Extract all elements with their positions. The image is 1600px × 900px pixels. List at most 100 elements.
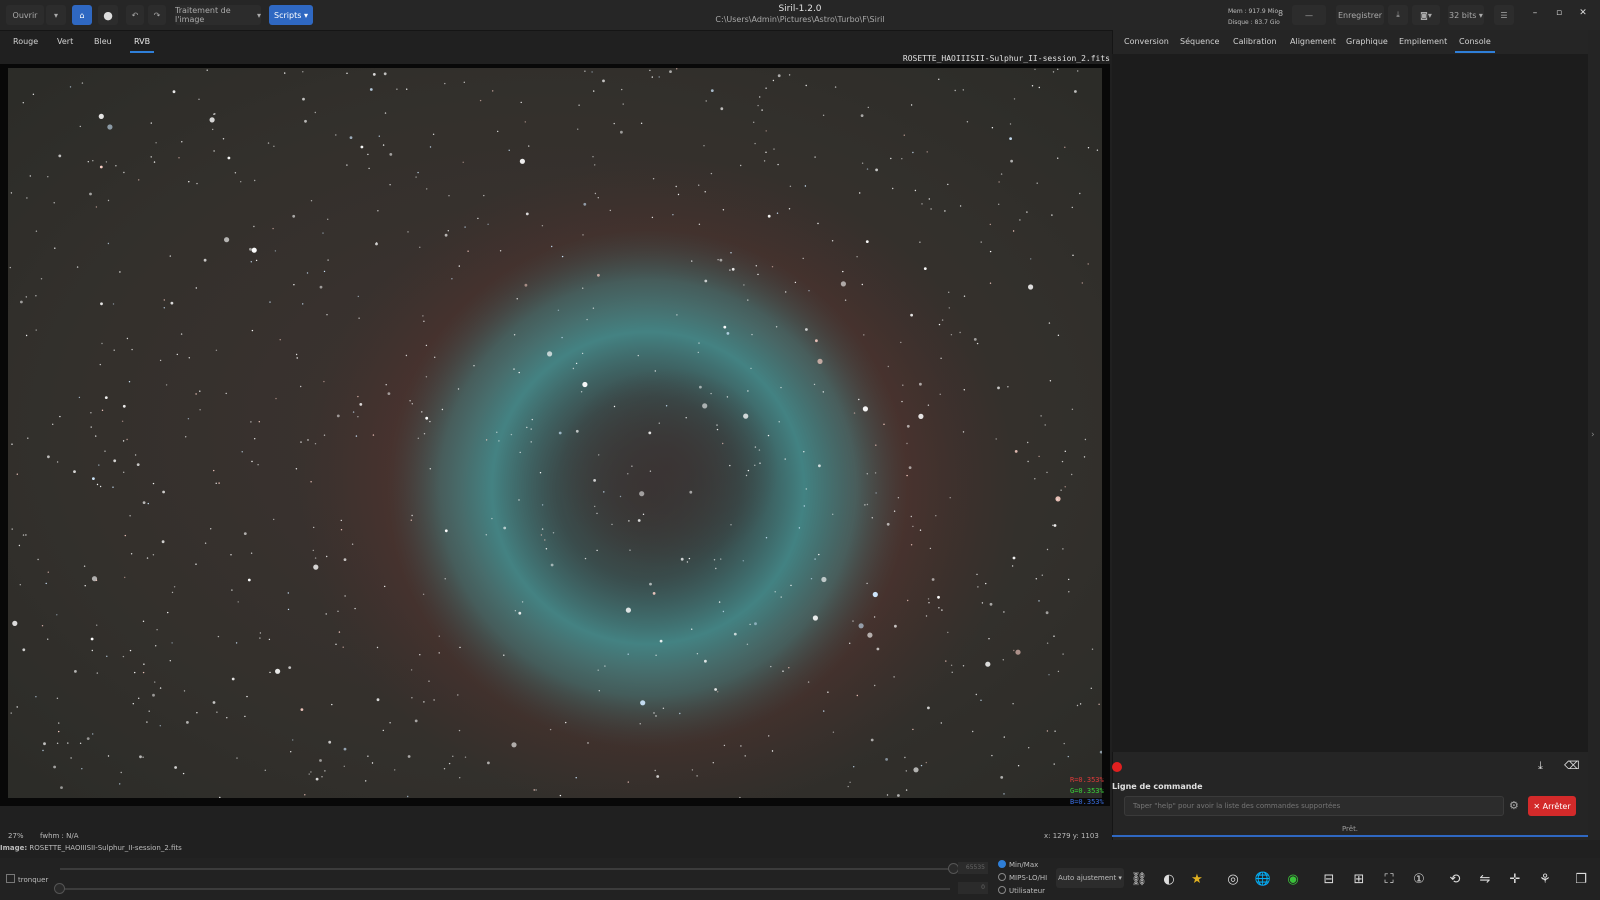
open-button[interactable]: Ouvrir [6,5,44,25]
contrast-icon: ◐ [1163,871,1175,887]
tab-plot[interactable]: Graphique [1346,37,1388,46]
close-button[interactable]: ✕ [1576,8,1590,22]
record-icon: ● [103,8,113,22]
mirror-button[interactable]: ⇋ [1474,868,1496,890]
rgb-align-button[interactable]: ⚘ [1534,868,1556,890]
save-log-button[interactable]: ⤓ [1538,759,1543,773]
radio-minmax[interactable]: Min/Max [998,860,1038,869]
home-icon: ⌂ [79,10,85,20]
tab-red[interactable]: Rouge [13,37,38,46]
globe-icon: 🌐 [1254,871,1272,887]
tab-conversion[interactable]: Conversion [1124,37,1169,46]
bitdepth-dropdown[interactable]: 32 bits ▾ [1448,5,1484,25]
display-mode-button[interactable]: ❐ [1570,868,1592,890]
min-slider-knob[interactable] [54,883,65,894]
min-value-field[interactable]: 0 [958,882,988,894]
stop-button[interactable]: ✕ Arrêter [1528,796,1576,816]
radio-mips[interactable]: MIPS-LO/HI [998,873,1047,882]
zoom-out-icon: ⊟ [1323,871,1335,887]
crop-checkbox[interactable]: tronquer [6,874,48,884]
stretch-dropdown[interactable]: Auto ajustement ▾ [1056,868,1124,888]
redo-icon: ↷ [153,10,161,20]
scripts-menu[interactable]: Scripts ▾ [269,5,313,25]
image-filename: ROSETTE_HAOIIISII-Sulphur_II-session_2.f… [902,54,1110,63]
image-viewer[interactable] [0,64,1110,806]
image-processing-menu[interactable]: Traitement de l'image ▾ [175,5,261,25]
download-icon: ⤓ [1538,759,1543,772]
max-slider[interactable] [60,868,950,870]
one-to-one-icon: ① [1413,871,1425,887]
download-icon: ⤓ [1396,10,1400,19]
tab-calibration[interactable]: Calibration [1233,37,1277,46]
image-info: Image: ROSETTE_HAOIIISII-Sulphur_II-sess… [0,844,182,852]
crosshair-button[interactable]: ✛ [1504,868,1526,890]
star-finder-button[interactable]: ★ [1186,868,1208,890]
zoom-fit-button[interactable]: ⛶ [1378,868,1400,890]
radio-icon [998,886,1006,894]
main-menu-button[interactable]: ☰ [1494,5,1514,25]
command-input[interactable] [1124,796,1504,816]
radio-user-label: Utilisateur [1009,887,1046,895]
tab-registration[interactable]: Alignement [1290,37,1336,46]
crosshair-icon: ✛ [1509,871,1521,887]
tab-green[interactable]: Vert [57,37,73,46]
erase-icon: ⌫ [1564,759,1580,772]
channel-tab-bar [0,32,1110,54]
target-button[interactable]: ◉ [1282,868,1304,890]
clear-log-button[interactable]: ⌫ [1564,759,1580,772]
chevron-right-icon: › [1591,430,1595,440]
minimize-icon: – [1532,8,1538,18]
image-info-label: Image: [0,844,28,852]
max-value-field[interactable]: 65535 [958,862,988,874]
zoom-out-button[interactable]: ⊟ [1318,868,1340,890]
log-record-icon[interactable] [1112,762,1122,772]
rgb-icon: ⚘ [1539,871,1551,887]
pixel-green-value: G=0.353% [1070,787,1104,795]
redo-button[interactable]: ↷ [148,5,166,25]
minimize-button[interactable]: – [1528,8,1542,22]
min-slider[interactable] [60,888,950,890]
tab-sequence[interactable]: Séquence [1180,37,1219,46]
link-channels-button[interactable]: ⛓ [1128,868,1150,890]
tab-stacking[interactable]: Empilement [1399,37,1447,46]
mirror-icon: ⇋ [1479,871,1491,887]
cursor-coordinates: x: 1279 y: 1103 [1044,832,1099,840]
panel-collapse-handle[interactable]: › [1588,30,1600,840]
chevron-down-icon: ▾ [301,10,308,20]
radio-mips-label: MIPS-LO/HI [1009,874,1048,882]
crop-label: tronquer [18,876,49,884]
recent-dropdown-button[interactable]: ▾ [46,5,66,25]
camera-icon: ◙▾ [1420,10,1432,20]
chevron-down-icon: ▾ [1116,874,1122,882]
tab-rgb[interactable]: RVB [129,37,155,53]
negative-view-button[interactable]: ◐ [1158,868,1180,890]
console-output[interactable] [1112,54,1588,752]
save-button[interactable]: Enregistrer [1336,5,1384,25]
fwhm-value: N/A [66,832,79,840]
photometry-button[interactable]: ◎ [1222,868,1244,890]
maximize-button[interactable]: ▫ [1552,8,1566,22]
star-icon: ★ [1191,871,1203,887]
zoom-one-button[interactable]: ① [1408,868,1430,890]
stop-label: Arrêter [1542,801,1571,811]
checkbox-icon [6,874,15,883]
nebula-image [8,68,1102,798]
home-button[interactable]: ⌂ [72,5,92,25]
save-as-button[interactable]: ⤓ [1388,5,1408,25]
zoom-in-button[interactable]: ⊞ [1348,868,1370,890]
fwhm-readout: fwhm : N/A [40,832,79,840]
target-icon: ◉ [1287,871,1299,887]
tab-console[interactable]: Console [1455,37,1495,53]
rotate-button[interactable]: ⟲ [1444,868,1466,890]
status-text: Prêt. [1341,825,1359,833]
undo-button[interactable]: ↶ [126,5,144,25]
command-help-button[interactable]: ⚙ [1509,799,1519,812]
rotate-icon: ⟲ [1449,871,1461,887]
snapshot-button[interactable]: ◙▾ [1412,5,1440,25]
image-processing-label: Traitement de l'image [175,6,231,24]
tab-blue[interactable]: Bleu [94,37,112,46]
radio-user[interactable]: Utilisateur [998,886,1045,895]
astrometry-button[interactable]: 🌐 [1252,868,1274,890]
livestack-button[interactable]: ● [98,5,118,25]
thread-stepper[interactable]: — [1292,5,1326,25]
